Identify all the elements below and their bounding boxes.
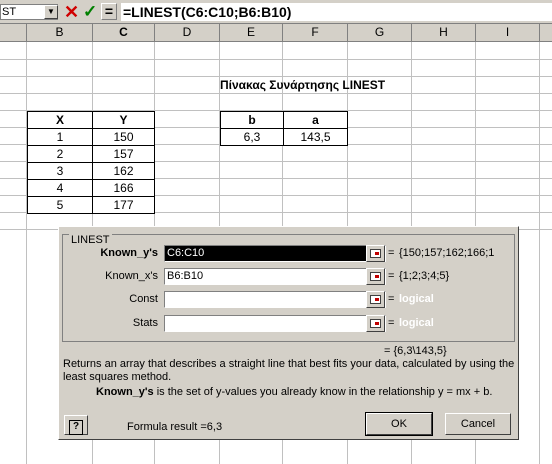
collapse-dialog-icon[interactable] [366, 315, 385, 332]
table-cell-x[interactable]: 3 [27, 162, 93, 180]
equals-sign: = [388, 317, 395, 329]
formula-result: Formula result =6,3 [127, 421, 223, 433]
function-result-preview: = {6,3\143,5} [384, 345, 447, 357]
table-cell-y[interactable]: 157 [92, 145, 155, 163]
table-cell-y[interactable]: 177 [92, 196, 155, 214]
result-header-a[interactable]: a [283, 111, 348, 129]
column-header-c[interactable]: C [93, 24, 155, 42]
column-header-b[interactable]: B [27, 24, 93, 42]
known-ys-input[interactable]: C6:C10 [164, 245, 386, 262]
cancel-entry-icon[interactable]: ✕ [64, 2, 79, 22]
known-ys-label: Known_y's [100, 247, 158, 259]
sheet-title: Πίνακας Συνάρτησης LINEST [220, 78, 386, 92]
const-result: logical [399, 293, 434, 305]
column-header-e[interactable]: E [220, 24, 283, 42]
result-cell-a[interactable]: 143,5 [283, 128, 348, 146]
table-cell-y[interactable]: 162 [92, 162, 155, 180]
formula-input[interactable]: =LINEST(C6:C10;B6:B10) [121, 3, 552, 21]
argument-description: Known_y's is the set of y-values you alr… [96, 386, 516, 399]
collapse-dialog-icon[interactable] [366, 245, 385, 262]
equals-sign: = [388, 247, 395, 259]
known-xs-result: {1;2;3;4;5} [399, 270, 450, 282]
stats-label: Stats [132, 317, 158, 329]
table-cell-x[interactable]: 1 [27, 128, 93, 146]
known-ys-result: {150;157;162;166;1 [399, 247, 495, 259]
column-header-j-partial[interactable] [540, 24, 552, 42]
ok-button[interactable]: OK [365, 412, 433, 436]
column-header-i[interactable]: I [476, 24, 540, 42]
table-cell-x[interactable]: 2 [27, 145, 93, 163]
collapse-dialog-icon[interactable] [366, 291, 385, 308]
edit-formula-button[interactable]: = [101, 3, 117, 20]
column-header-d[interactable]: D [155, 24, 220, 42]
equals-sign: = [388, 293, 395, 305]
help-icon: ? [69, 420, 83, 435]
help-button[interactable]: ? [64, 415, 88, 435]
column-header-f[interactable]: F [283, 24, 348, 42]
table-header-y[interactable]: Y [92, 111, 155, 129]
argument-name: Known_y's [96, 386, 154, 398]
equals-sign: = [388, 270, 395, 282]
function-description: Returns an array that describes a straig… [63, 358, 515, 383]
table-cell-x[interactable]: 4 [27, 179, 93, 197]
column-header-partial[interactable] [0, 24, 27, 42]
linest-group: LINEST Known_y's C6:C10 = {150;157;162;1… [62, 234, 515, 342]
result-cell-b[interactable]: 6,3 [220, 128, 284, 146]
known-xs-input[interactable]: B6:B10 [164, 268, 386, 285]
result-header-b[interactable]: b [220, 111, 284, 129]
formula-bar: ST ▼ ✕ ✓ = =LINEST(C6:C10;B6:B10) [0, 0, 552, 24]
table-header-x[interactable]: X [27, 111, 93, 129]
name-box-value: ST [2, 6, 17, 18]
table-cell-y[interactable]: 166 [92, 179, 155, 197]
stats-input[interactable] [164, 315, 386, 332]
function-arguments-dialog: LINEST Known_y's C6:C10 = {150;157;162;1… [58, 226, 519, 440]
table-cell-x[interactable]: 5 [27, 196, 93, 214]
table-cell-y[interactable]: 150 [92, 128, 155, 146]
collapse-dialog-icon[interactable] [366, 268, 385, 285]
column-header-h[interactable]: H [412, 24, 476, 42]
cancel-button[interactable]: Cancel [445, 413, 511, 435]
const-input[interactable] [164, 291, 386, 308]
enter-entry-icon[interactable]: ✓ [83, 2, 97, 22]
name-box-dropdown-icon[interactable]: ▼ [44, 5, 58, 19]
const-label: Const [129, 293, 158, 305]
stats-result: logical [399, 317, 434, 329]
column-header-g[interactable]: G [348, 24, 412, 42]
argument-description-text: is the set of y-values you already know … [156, 386, 493, 398]
known-xs-label: Known_x's [105, 270, 158, 282]
